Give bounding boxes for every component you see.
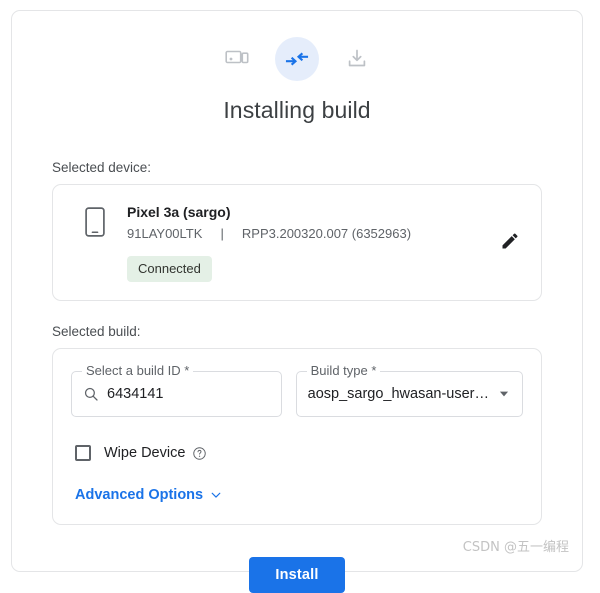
selected-device-label: Selected device: bbox=[52, 160, 582, 175]
device-name: Pixel 3a (sargo) bbox=[127, 203, 523, 221]
dialog-footer: Install bbox=[12, 557, 582, 593]
step-icon-strip bbox=[12, 11, 582, 81]
installing-build-dialog: Installing build Selected device: Pixel … bbox=[11, 10, 583, 572]
build-id-legend: Select a build ID * bbox=[82, 364, 193, 378]
advanced-options-toggle[interactable]: Advanced Options bbox=[75, 487, 223, 503]
status-badge: Connected bbox=[127, 256, 212, 282]
flash-arrows-icon bbox=[275, 37, 319, 81]
chevron-down-icon[interactable] bbox=[489, 387, 511, 401]
help-circle-icon[interactable] bbox=[192, 446, 207, 461]
wipe-device-checkbox[interactable] bbox=[75, 445, 91, 461]
chevron-down-icon bbox=[209, 488, 223, 502]
build-fields-row: Select a build ID * 6434141 Build type *… bbox=[71, 371, 523, 417]
devices-icon bbox=[215, 37, 259, 81]
device-meta: 91LAY00LTK | RPP3.200320.007 (6352963) bbox=[127, 225, 523, 243]
build-type-value: aosp_sargo_hwasan-user… bbox=[308, 386, 489, 402]
wipe-device-row[interactable]: Wipe Device bbox=[71, 445, 523, 461]
download-icon bbox=[335, 37, 379, 81]
page-title: Installing build bbox=[12, 97, 582, 124]
build-type-legend: Build type * bbox=[307, 364, 381, 378]
pencil-icon bbox=[500, 231, 520, 254]
selected-device-card: Pixel 3a (sargo) 91LAY00LTK | RPP3.20032… bbox=[52, 184, 542, 301]
build-id-value: 6434141 bbox=[107, 386, 163, 402]
build-id-field[interactable]: Select a build ID * 6434141 bbox=[71, 371, 282, 417]
device-details: Pixel 3a (sargo) 91LAY00LTK | RPP3.20032… bbox=[115, 203, 523, 282]
edit-device-button[interactable] bbox=[493, 226, 527, 260]
search-icon bbox=[83, 386, 99, 402]
selected-build-card: Select a build ID * 6434141 Build type *… bbox=[52, 348, 542, 525]
phone-icon bbox=[75, 203, 115, 237]
advanced-options-label: Advanced Options bbox=[75, 487, 203, 503]
build-type-field[interactable]: Build type * aosp_sargo_hwasan-user… bbox=[296, 371, 523, 417]
install-button[interactable]: Install bbox=[249, 557, 344, 593]
wipe-device-label: Wipe Device bbox=[104, 445, 185, 461]
selected-build-label: Selected build: bbox=[52, 324, 582, 339]
watermark: CSDN @五一编程 bbox=[463, 536, 569, 555]
